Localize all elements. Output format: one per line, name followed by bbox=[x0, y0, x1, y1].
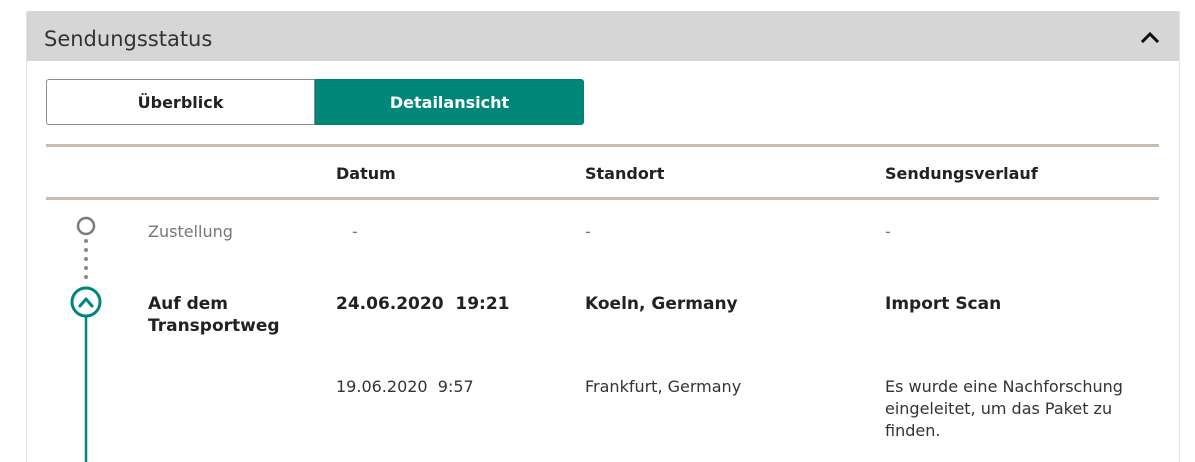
row-event-history: Es wurde eine Nachforschung eingeleitet,… bbox=[885, 377, 1123, 440]
row-delivery-status: Zustellung bbox=[148, 222, 233, 241]
row-delivery-location: - bbox=[585, 222, 591, 241]
row-event-date: 19.06.2020 9:57 bbox=[336, 377, 474, 396]
tab-overview-label: Überblick bbox=[137, 92, 224, 112]
column-header-history: Sendungsverlauf bbox=[885, 164, 1038, 183]
row-transit-status: Auf dem Transportweg bbox=[148, 294, 280, 336]
panel-title: Sendungsstatus bbox=[44, 27, 213, 51]
row-transit-date: 24.06.2020 19:21 bbox=[336, 294, 510, 314]
row-transit-history: Import Scan bbox=[885, 294, 1002, 314]
pending-circle-icon bbox=[76, 216, 96, 279]
in-transit-chevron-icon bbox=[70, 286, 102, 462]
row-transit-location: Koeln, Germany bbox=[585, 294, 738, 314]
row-delivery-history: - bbox=[885, 222, 891, 241]
panel-header[interactable]: Sendungsstatus bbox=[27, 11, 1179, 61]
column-header-date: Datum bbox=[336, 164, 396, 183]
chevron-up-icon[interactable] bbox=[1140, 30, 1160, 44]
row-delivery-date: - bbox=[352, 222, 358, 241]
shipment-status-panel: Sendungsstatus Überblick Detailansicht D… bbox=[26, 11, 1180, 462]
row-event-location: Frankfurt, Germany bbox=[585, 377, 742, 396]
table-top-rule bbox=[46, 144, 1159, 147]
tab-detail-view-label: Detailansicht bbox=[389, 92, 510, 112]
tab-overview[interactable]: Überblick bbox=[46, 79, 315, 125]
tab-detail-view[interactable]: Detailansicht bbox=[315, 79, 584, 125]
column-header-location: Standort bbox=[585, 164, 665, 183]
table-header-rule bbox=[46, 197, 1159, 200]
